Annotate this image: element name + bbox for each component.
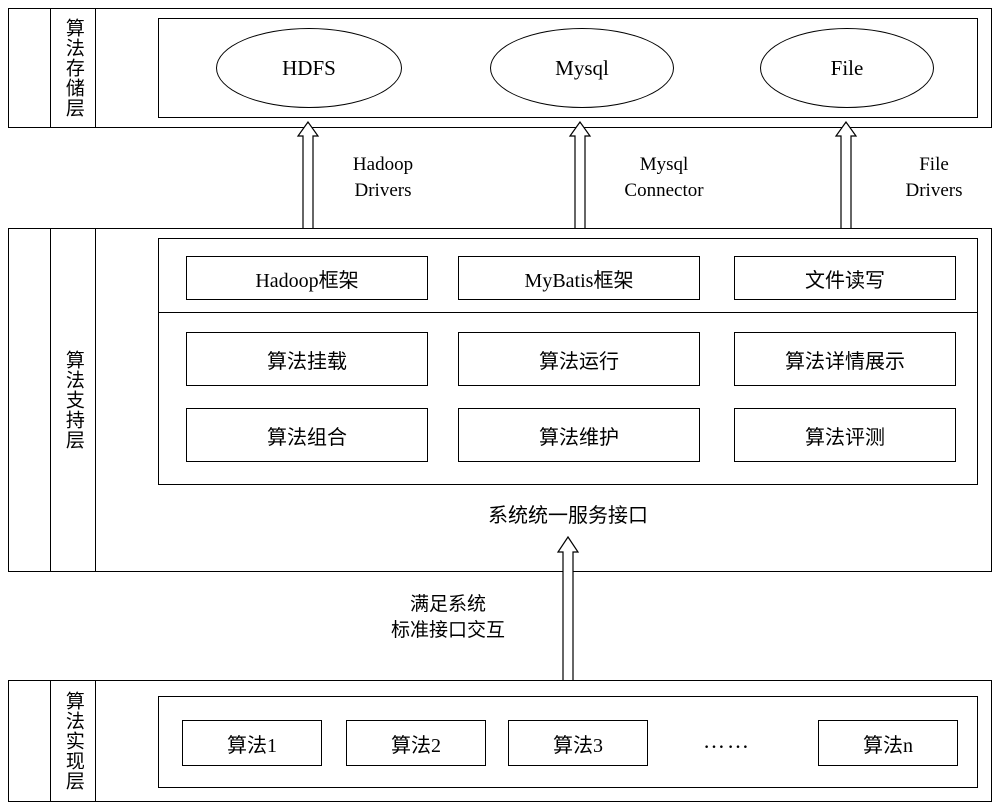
support-node-mybatis-frame: MyBatis框架 xyxy=(458,256,700,300)
support-node-hadoop-frame: Hadoop框架 xyxy=(186,256,428,300)
architecture-diagram: 算法存储层 HDFS Mysql File Hadoop Drivers Mys… xyxy=(0,0,1000,811)
implementation-node-algo-2: 算法2 xyxy=(346,720,486,766)
implementation-node-ellipsis: …… xyxy=(703,728,751,753)
implementation-node-algo-3: 算法3 xyxy=(508,720,648,766)
connector-label-mysql-connector: Mysql Connector xyxy=(624,154,704,201)
connector-label-file-drivers: File Drivers xyxy=(905,154,963,201)
support-node-unified-service: 系统统一服务接口 xyxy=(158,485,978,542)
storage-node-file: File xyxy=(760,28,934,108)
support-node-file-io: 文件读写 xyxy=(734,256,956,300)
support-node-algo-combine: 算法组合 xyxy=(186,408,428,462)
support-node-algo-detail: 算法详情展示 xyxy=(734,332,956,386)
support-node-algo-mount: 算法挂载 xyxy=(186,332,428,386)
storage-node-mysql: Mysql xyxy=(490,28,674,108)
connector-label-hadoop-drivers: Hadoop Drivers xyxy=(352,154,414,201)
storage-node-hdfs: HDFS xyxy=(216,28,402,108)
support-node-algo-run: 算法运行 xyxy=(458,332,700,386)
storage-layer-label: 算法存储层 xyxy=(50,8,96,128)
support-layer-label: 算法支持层 xyxy=(50,228,96,572)
implementation-node-algo-n: 算法n xyxy=(818,720,958,766)
connector-label-standard-interface: 满足系统 标准接口交互 xyxy=(390,594,505,641)
support-node-algo-maintain: 算法维护 xyxy=(458,408,700,462)
implementation-node-algo-1: 算法1 xyxy=(182,720,322,766)
support-divider xyxy=(158,312,978,313)
implementation-layer-label: 算法实现层 xyxy=(50,680,96,802)
support-node-algo-evaluate: 算法评测 xyxy=(734,408,956,462)
